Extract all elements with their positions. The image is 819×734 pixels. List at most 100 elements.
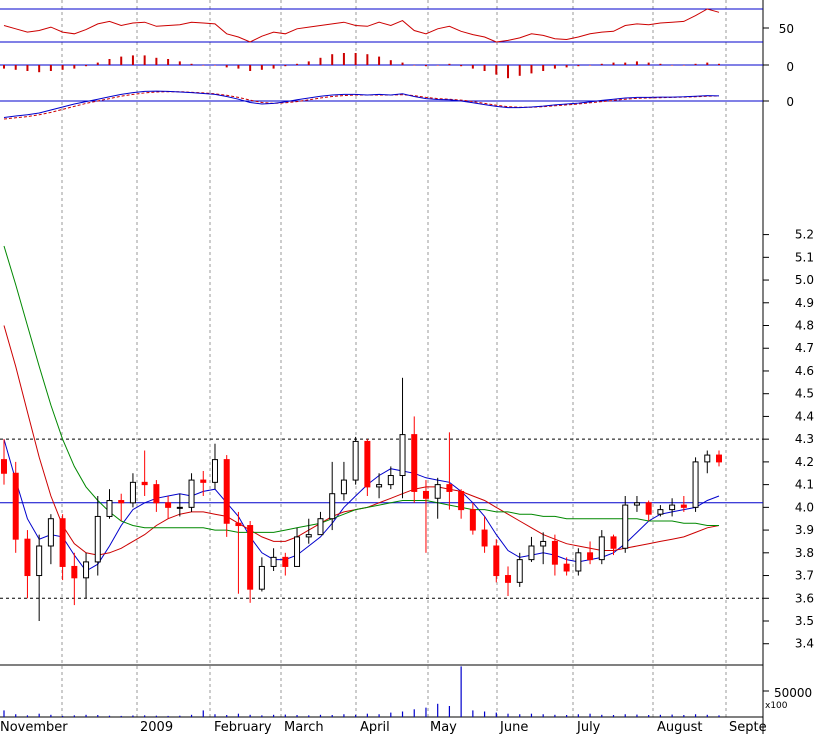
month-label: May <box>430 720 457 734</box>
candle-body <box>587 552 594 561</box>
osc2-bar <box>96 62 99 65</box>
osc2-bar <box>694 63 697 65</box>
candle-body <box>563 563 570 572</box>
candle-body <box>1 459 7 474</box>
volume-bar <box>648 715 650 717</box>
osc2-bar <box>284 65 287 67</box>
price-tick-label: 4.3 <box>795 432 814 446</box>
candle-body <box>129 481 136 504</box>
volume-bar <box>437 703 439 717</box>
volume-bar <box>483 711 486 717</box>
candle-body <box>376 484 383 488</box>
price-axis: 5.2 5.1 5.0 4.9 4.8 4.7 4.6 4.5 4.4 4.3 4.2 4.1 4.0 3… <box>763 228 814 651</box>
month-label: July <box>576 720 601 734</box>
candle-body <box>305 534 312 538</box>
volume-bar <box>237 713 240 717</box>
price-tick-label: 3.8 <box>795 546 814 560</box>
volume-bar <box>3 710 5 717</box>
candle-body <box>165 502 172 508</box>
osc2-bar <box>483 65 486 71</box>
panel-frames <box>0 0 764 734</box>
osc2-bar <box>389 60 392 65</box>
price-tick-label: 5.1 <box>795 250 814 264</box>
volume-bar <box>120 715 122 717</box>
volume-bar <box>284 714 286 717</box>
volume-bar <box>659 714 661 717</box>
candle-body <box>258 565 265 590</box>
osc2-bar <box>202 65 205 66</box>
candle-body <box>317 518 324 536</box>
osc2-bar <box>495 65 498 75</box>
candle-body <box>692 461 699 508</box>
candle-body <box>153 484 160 504</box>
month-label: August <box>657 720 703 734</box>
osc2-bar <box>73 65 76 69</box>
candle-body <box>434 484 441 499</box>
candle-body <box>211 459 218 483</box>
candle-body <box>106 500 113 517</box>
volume-bar <box>401 711 404 717</box>
osc2-bar <box>190 63 193 65</box>
stock-chart: 50 0 0 5.2 5.1 5.0 4.9 4.8 4.7 4.6 4.5 4.4 4.3 4.2… <box>0 0 814 734</box>
osc2-bar <box>518 65 521 76</box>
osc1-line <box>3 8 720 43</box>
osc2-bar <box>61 65 64 70</box>
volume-bar <box>530 713 533 717</box>
osc2-bar <box>319 57 322 65</box>
candle-body <box>610 536 617 549</box>
price-tick-label: 4.8 <box>795 319 814 333</box>
volume-bar <box>448 706 451 717</box>
osc2-bar <box>436 65 439 66</box>
osc2-bar <box>307 61 310 65</box>
candle-body <box>598 536 605 561</box>
candle-body <box>59 518 66 567</box>
volume-bar <box>26 715 29 717</box>
osc2-bar <box>624 62 627 65</box>
month-label: Septe <box>729 720 767 734</box>
osc2-bar <box>120 56 123 65</box>
osc2-bar <box>448 63 451 65</box>
volume-bar <box>132 715 134 717</box>
volume-bar <box>718 715 720 717</box>
volume-bar <box>671 714 673 717</box>
candle-body <box>622 504 629 549</box>
volume-bar <box>155 715 157 717</box>
osc2-bar <box>155 57 158 65</box>
month-label: November <box>0 720 68 734</box>
osc2-bar <box>237 65 240 69</box>
osc2-bar <box>718 63 720 65</box>
volume-bar <box>366 713 368 717</box>
month-label: June <box>499 720 528 734</box>
month-axis: November 2009 February March April May June Jul… <box>0 720 767 734</box>
osc2-bar <box>131 55 134 65</box>
volume-bar <box>308 715 310 717</box>
price-tick-label: 3.9 <box>795 523 814 537</box>
moving-average-line <box>3 325 720 556</box>
candle-body <box>399 434 406 477</box>
price-tick-label: 4.4 <box>795 409 814 423</box>
osc2-bar <box>589 65 592 66</box>
osc2-bar <box>260 65 263 70</box>
oscillator-2-panel: 0 <box>0 53 794 79</box>
oscillator-3-panel: 0 <box>0 90 794 120</box>
osc2-bar <box>647 62 650 65</box>
candle-body <box>247 525 254 590</box>
osc2-tick-label: 0 <box>786 60 794 74</box>
osc2-bar <box>542 65 545 71</box>
osc2-bar <box>671 65 674 66</box>
candle-body <box>223 459 230 524</box>
candle-body <box>411 434 418 492</box>
osc2-bar <box>26 65 29 71</box>
volume-bar <box>624 714 626 717</box>
price-tick-label: 3.5 <box>795 614 814 628</box>
volume-bar <box>179 715 181 717</box>
osc2-bar <box>553 65 556 69</box>
candle-body <box>294 536 301 567</box>
price-panel <box>0 245 763 621</box>
volume-panel: 50000 x100 <box>3 666 812 717</box>
volume-bar <box>413 709 415 717</box>
volume-bar <box>636 714 638 717</box>
candle-body <box>540 540 547 547</box>
volume-bar <box>554 714 556 717</box>
volume-bar <box>108 715 111 717</box>
